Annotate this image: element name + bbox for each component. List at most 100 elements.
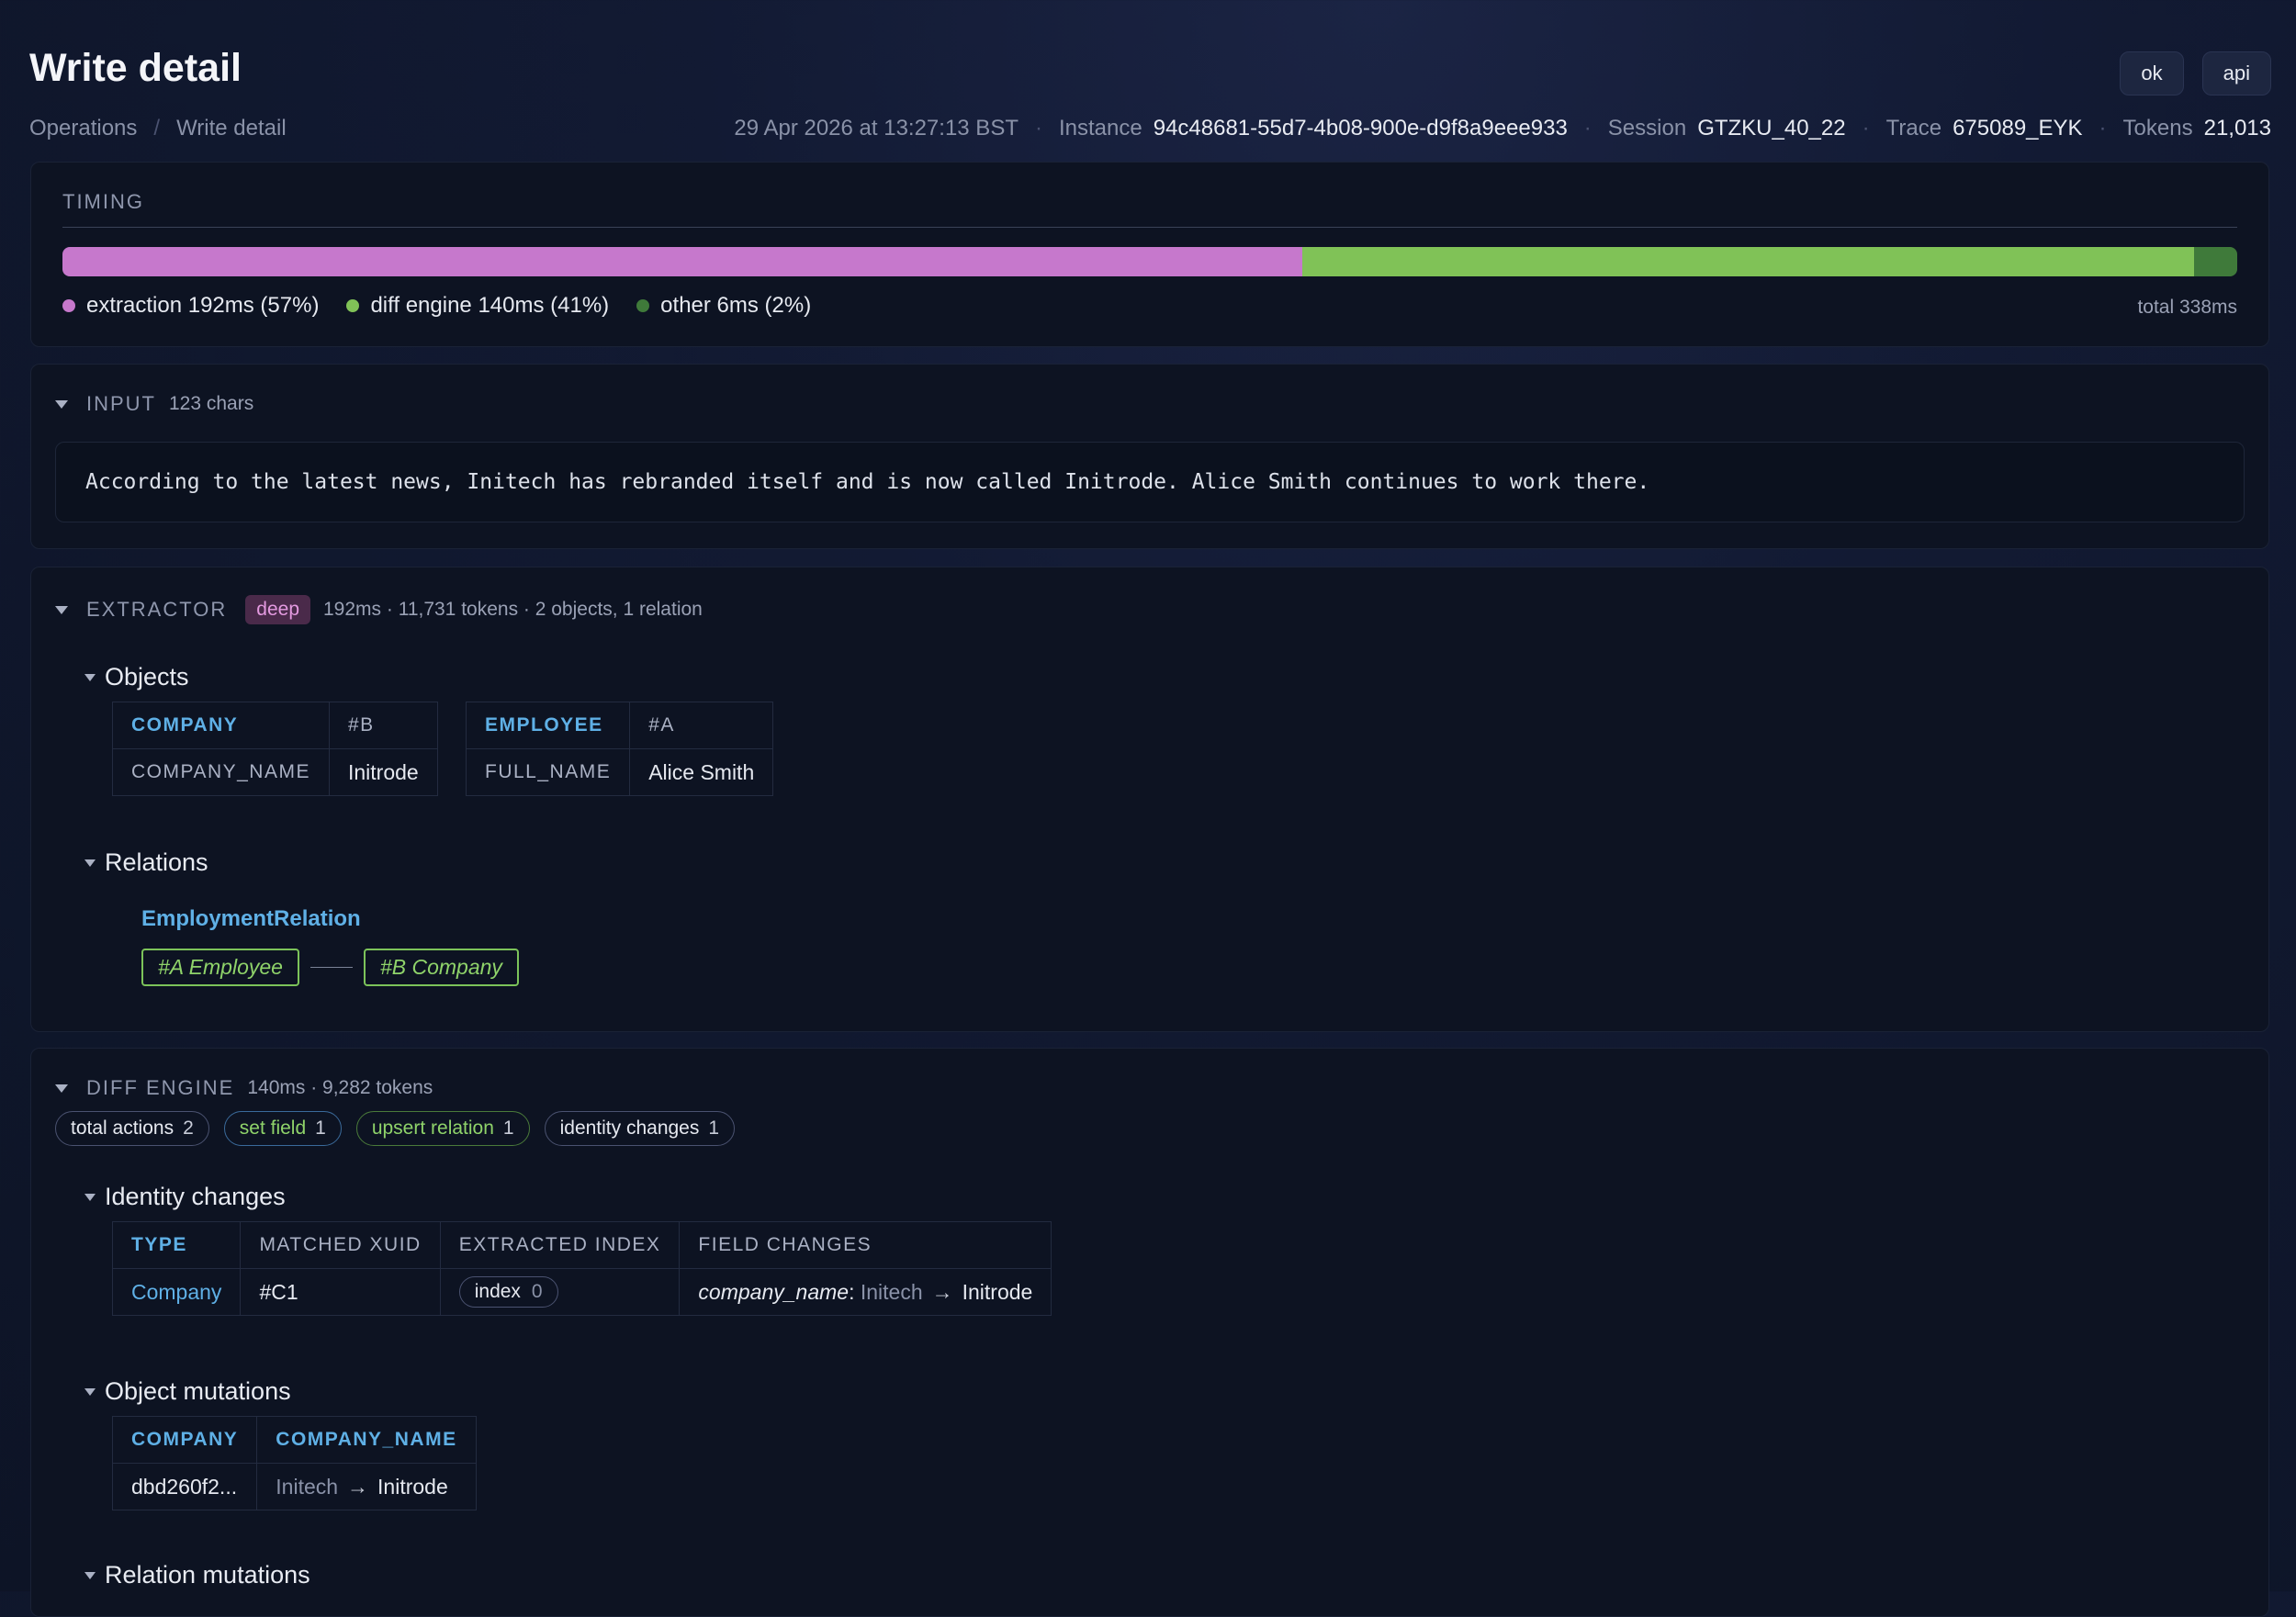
legend-dot <box>346 299 360 312</box>
pill-label: upsert relation <box>371 1117 494 1139</box>
breadcrumb-operations[interactable]: Operations <box>29 116 137 141</box>
meta-separator: · <box>2099 116 2107 140</box>
index-value: 0 <box>531 1281 543 1302</box>
object-id: #A <box>629 702 774 749</box>
object-mutations-toggle[interactable]: Object mutations <box>84 1377 291 1406</box>
timing-segment-diff-engine <box>1301 247 2194 276</box>
session-label: Session <box>1607 116 1687 140</box>
object-id: #B <box>328 702 438 749</box>
collapse-caret-icon[interactable] <box>84 673 96 681</box>
column-header: MATCHED XUID <box>240 1221 441 1269</box>
pill-total-actions[interactable]: total actions 2 <box>55 1111 209 1146</box>
legend-extraction: extraction 192ms (57%) <box>62 293 319 319</box>
input-label: INPUT <box>86 392 156 415</box>
ok-button[interactable]: ok <box>2120 51 2184 95</box>
trace-id: 675089_EYK <box>1953 116 2083 140</box>
relations-title: Relations <box>105 848 208 876</box>
extractor-header[interactable]: EXTRACTOR deep 192ms · 11,731 tokens · 2… <box>55 595 703 624</box>
field-name: FULL_NAME <box>465 748 631 796</box>
meta-separator: · <box>1034 116 1042 140</box>
timing-legend: extraction 192ms (57%) diff engine 140ms… <box>62 293 811 319</box>
object-mutations-title: Object mutations <box>105 1377 291 1405</box>
identity-changes-toggle[interactable]: Identity changes <box>84 1183 286 1211</box>
collapse-caret-icon[interactable] <box>84 1193 96 1201</box>
column-header: EXTRACTED INDEX <box>439 1221 681 1269</box>
object-type: EMPLOYEE <box>465 702 631 749</box>
timing-divider <box>62 227 2237 228</box>
trace-label: Trace <box>1885 116 1942 140</box>
pill-count: 2 <box>183 1117 194 1139</box>
field-changes: company_name: Initech → Initrode <box>679 1268 1052 1316</box>
collapse-caret-icon[interactable] <box>55 399 68 409</box>
old-value: Initech <box>276 1474 339 1499</box>
legend-other: other 6ms (2%) <box>636 293 811 319</box>
legend-dot <box>636 299 650 312</box>
diff-engine-stats: 140ms · 9,282 tokens <box>247 1077 433 1098</box>
breadcrumb: Operations / Write detail <box>29 116 287 141</box>
object-id: dbd260f2... <box>111 1463 258 1510</box>
collapse-caret-icon[interactable] <box>55 1084 68 1093</box>
timing-card: TIMING extraction 192ms (57%) diff engin… <box>30 162 2269 347</box>
relation-name: EmploymentRelation <box>141 906 361 931</box>
new-value: Initrode <box>377 1474 448 1499</box>
pill-set-field[interactable]: set field 1 <box>223 1111 342 1146</box>
input-char-count: 123 chars <box>169 393 254 414</box>
legend-label: extraction 192ms (57%) <box>86 293 320 318</box>
input-header[interactable]: INPUT 123 chars <box>55 392 253 416</box>
pill-upsert-relation[interactable]: upsert relation 1 <box>355 1111 530 1146</box>
collapse-caret-icon[interactable] <box>55 605 68 614</box>
relation-connector <box>310 967 353 968</box>
diff-engine-header[interactable]: DIFF ENGINE 140ms · 9,282 tokens <box>55 1076 433 1100</box>
pill-label: total actions <box>71 1117 174 1139</box>
api-button[interactable]: api <box>2201 51 2271 95</box>
field-value: Alice Smith <box>629 748 774 796</box>
extractor-card: EXTRACTOR deep 192ms · 11,731 tokens · 2… <box>30 567 2269 1032</box>
identity-changes-table: TYPE MATCHED XUID EXTRACTED INDEX FIELD … <box>111 1221 1052 1316</box>
timing-bar <box>62 247 2237 276</box>
meta-separator: · <box>1862 116 1870 140</box>
collapse-caret-icon[interactable] <box>84 859 96 867</box>
pill-identity-changes[interactable]: identity changes 1 <box>544 1111 736 1146</box>
table-row: dbd260f2... Initech → Initrode <box>111 1463 477 1510</box>
diff-engine-label: DIFF ENGINE <box>86 1076 235 1099</box>
relation-mutations-toggle[interactable]: Relation mutations <box>84 1561 310 1589</box>
legend-dot <box>62 299 75 312</box>
relation-target-chip[interactable]: #B Company <box>363 949 519 986</box>
breadcrumb-separator: / <box>153 116 161 140</box>
matched-xuid: #C1 <box>240 1268 441 1316</box>
extractor-label: EXTRACTOR <box>86 598 228 621</box>
input-text: According to the latest news, Initech ha… <box>55 442 2245 522</box>
relation-mutations-title: Relation mutations <box>105 1561 310 1589</box>
index-pill: index 0 <box>458 1276 558 1308</box>
changed-field: company_name <box>698 1279 850 1304</box>
pill-count: 1 <box>502 1117 514 1139</box>
object-mutations-table: COMPANY COMPANY_NAME dbd260f2... Initech… <box>111 1416 477 1510</box>
session-id: GTZKU_40_22 <box>1697 116 1846 140</box>
table-row: Company #C1 index 0 company_name: Initech… <box>111 1268 1052 1316</box>
arrow-right-icon: → <box>931 1279 953 1304</box>
timing-label: TIMING <box>62 190 144 213</box>
legend-label: other 6ms (2%) <box>660 293 812 318</box>
relation-source-chip[interactable]: #A Employee <box>141 949 299 986</box>
column-header: COMPANY <box>111 1416 258 1464</box>
extractor-stats: 192ms · 11,731 tokens · 2 objects, 1 rel… <box>323 599 703 620</box>
tokens-label: Tokens <box>2122 116 2193 140</box>
field-value: Initrode <box>328 748 438 796</box>
timing-segment-other <box>2193 247 2237 276</box>
collapse-caret-icon[interactable] <box>84 1387 96 1396</box>
relations-toggle[interactable]: Relations <box>84 848 208 877</box>
extracted-index-cell: index 0 <box>439 1268 681 1316</box>
arrow-right-icon: → <box>347 1474 369 1499</box>
instance-label: Instance <box>1058 116 1142 140</box>
collapse-caret-icon[interactable] <box>84 1571 96 1579</box>
write-metadata: 29 Apr 2026 at 13:27:13 BST · Instance 9… <box>734 116 2271 141</box>
objects-toggle[interactable]: Objects <box>84 663 189 691</box>
legend-diff-engine: diff engine 140ms (41%) <box>346 293 609 319</box>
new-value: Initrode <box>962 1279 1033 1304</box>
column-header: TYPE <box>111 1221 242 1269</box>
pill-label: set field <box>239 1117 307 1139</box>
action-summary: total actions 2 set field 1 upsert relatio… <box>55 1111 736 1146</box>
objects-title: Objects <box>105 663 189 691</box>
legend-label: diff engine 140ms (41%) <box>370 293 610 318</box>
old-value: Initech <box>860 1279 923 1304</box>
